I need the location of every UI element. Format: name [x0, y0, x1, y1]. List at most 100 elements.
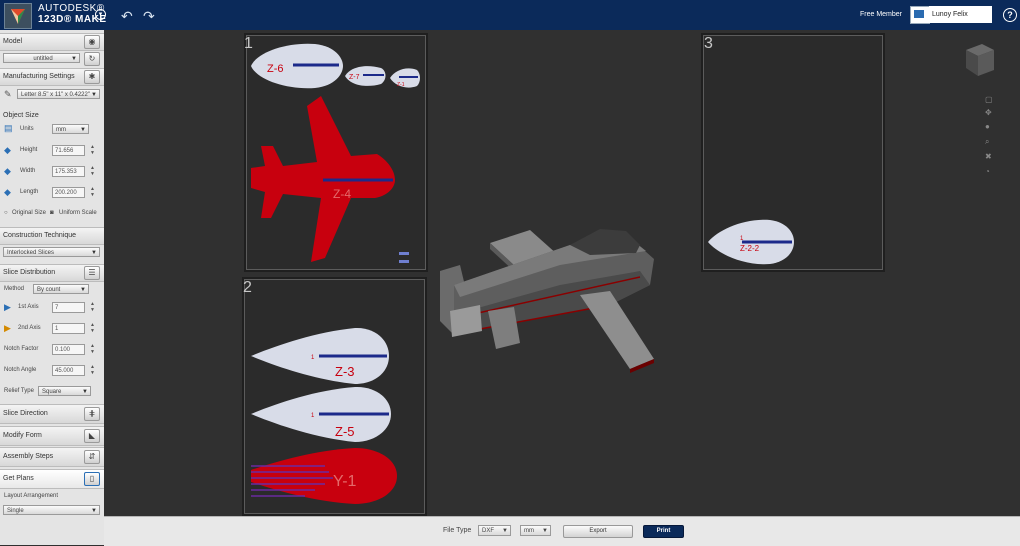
width-label: Width: [20, 168, 36, 174]
slice-dist-title: Slice Distribution: [3, 269, 56, 276]
axis1-label: 1st Axis: [18, 304, 39, 310]
avatar[interactable]: [910, 6, 930, 24]
length-label: Length: [20, 189, 39, 195]
member-status: Free Member: [860, 11, 903, 18]
original-size-radio[interactable]: ○: [4, 210, 8, 216]
slice-direction-icon[interactable]: ⋕: [84, 407, 100, 421]
part-label: Z-2-2: [740, 244, 760, 253]
units-ruler-icon: ▤: [4, 123, 13, 133]
file-type-label: File Type: [443, 527, 472, 534]
refresh-icon[interactable]: ↻: [84, 52, 100, 66]
height-icon: ◆: [4, 145, 11, 155]
help-icon[interactable]: ?: [1003, 8, 1017, 22]
logo-icon: [11, 9, 25, 24]
view-cube[interactable]: [962, 42, 996, 78]
export-button[interactable]: Export: [563, 525, 633, 538]
redo-icon[interactable]: ↷: [143, 8, 155, 25]
notch-angle-input[interactable]: 45.000: [52, 365, 85, 376]
width-input[interactable]: 175.353: [52, 166, 85, 177]
top-bar: AUTODESK® 123D® MAKE ▾ ↶ ↷ Free Member L…: [0, 0, 1020, 30]
length-stepper[interactable]: ▲ ▼: [89, 186, 96, 199]
orbit-icon[interactable]: ✥: [985, 108, 992, 117]
notch-angle-label: Notch Angle: [4, 367, 37, 373]
axis2-stepper[interactable]: ▲ ▼: [89, 322, 96, 335]
app-logo: [4, 3, 32, 29]
model-name-field[interactable]: untitled: [3, 53, 80, 64]
sheet-1-parts: Z-6 Z-7 Z-1 Z-4: [251, 43, 420, 263]
pan-icon[interactable]: ●: [985, 122, 990, 131]
part-label: Y-1: [333, 473, 357, 490]
pencil-icon[interactable]: ✎: [4, 89, 12, 100]
height-input[interactable]: 71.656: [52, 145, 85, 156]
axis2-label: 2nd Axis: [18, 325, 41, 331]
part-label: Z-7: [349, 74, 360, 81]
3d-model-preview[interactable]: [440, 225, 660, 380]
user-menu-chevron-icon[interactable]: ▼: [985, 12, 992, 19]
notch-angle-stepper[interactable]: ▲ ▼: [89, 364, 96, 377]
zoom-icon[interactable]: ⌕: [985, 137, 989, 147]
eye-icon[interactable]: ◉: [84, 35, 100, 49]
length-input[interactable]: 200.200: [52, 187, 85, 198]
export-unit-select[interactable]: mm: [520, 525, 551, 537]
layout-select[interactable]: Single: [3, 505, 100, 516]
method-select[interactable]: By count: [33, 284, 89, 295]
original-size-label: Original Size: [12, 210, 47, 216]
zoom-window-icon[interactable]: ✖: [985, 152, 992, 161]
gear-icon[interactable]: ✱: [84, 70, 100, 84]
length-icon: ◆: [4, 187, 11, 197]
plans-document-icon[interactable]: ▯: [84, 472, 100, 486]
user-name[interactable]: Lunoy Felix: [929, 6, 992, 23]
part-label: Z-5: [335, 424, 355, 439]
construction-title: Construction Technique: [3, 232, 77, 239]
width-stepper[interactable]: ▲ ▼: [89, 165, 96, 178]
axis1-input[interactable]: 7: [52, 302, 85, 313]
height-stepper[interactable]: ▲ ▼: [89, 144, 96, 157]
part-label: Z-3: [335, 364, 355, 379]
notch-factor-stepper[interactable]: ▲ ▼: [89, 343, 96, 356]
notch-factor-label: Notch Factor: [4, 346, 39, 352]
print-button[interactable]: Print: [643, 525, 684, 538]
file-type-select[interactable]: DXF: [478, 525, 511, 537]
modify-form-icon[interactable]: ◣: [84, 429, 100, 443]
slice-direction-title: Slice Direction: [3, 410, 48, 417]
part-label: Z-4: [333, 187, 351, 201]
model-title: Model: [3, 38, 23, 45]
notch-factor-input[interactable]: 0.100: [52, 344, 85, 355]
sheet-3[interactable]: 3 1 Z-2-2: [701, 33, 885, 272]
sheet-1[interactable]: 1 Z-6 Z-7 Z-1 Z-4: [244, 33, 428, 272]
axis1-arrow-icon: ▶: [4, 302, 11, 312]
assembly-title: Assembly Steps: [3, 453, 54, 460]
fit-view-icon[interactable]: ▢: [985, 95, 993, 104]
undo-icon[interactable]: ↶: [121, 8, 133, 25]
modify-form-title: Modify Form: [3, 432, 42, 439]
units-label: Units: [20, 126, 34, 132]
relief-label: Relief Type: [4, 388, 34, 394]
layout-label: Layout Arrangement: [4, 493, 59, 499]
part-label: Z-1: [397, 82, 405, 88]
bottom-bar: File Type DXF mm Export Print: [104, 516, 1020, 546]
units-select[interactable]: mm: [52, 124, 89, 135]
height-label: Height: [20, 147, 38, 153]
get-plans-title: Get Plans: [3, 475, 34, 482]
uniform-scale-label: Uniform Scale: [59, 210, 97, 216]
axis2-arrow-icon: ▶: [4, 323, 11, 333]
axis1-stepper[interactable]: ▲ ▼: [89, 301, 96, 314]
relief-select[interactable]: Square: [38, 386, 91, 397]
sheet-2[interactable]: 2 1 Z-3 1 Z-5 Y-1: [242, 277, 427, 516]
assembly-icon[interactable]: ⇵: [84, 450, 100, 464]
sheet-3-parts: 1 Z-2-2: [708, 219, 794, 265]
construction-select[interactable]: Interlocked Slices: [3, 247, 100, 258]
method-label: Method: [4, 286, 25, 292]
uniform-scale-checkbox[interactable]: ◙: [50, 210, 54, 216]
part-label: Z-6: [267, 63, 284, 75]
sheet-2-parts: 1 Z-3 1 Z-5 Y-1: [251, 327, 397, 504]
manufacturing-title: Manufacturing Settings: [3, 73, 75, 80]
object-size-title: Object Size: [3, 112, 39, 119]
material-select[interactable]: Letter 8.5" x 11" x 0.4222": [17, 89, 100, 100]
sidebar: Model ◉ untitled ↻ Manufacturing Setting…: [0, 30, 105, 545]
look-icon[interactable]: ◔: [985, 167, 990, 176]
app-menu-chevron-icon[interactable]: ▾: [95, 9, 106, 20]
slice-list-icon[interactable]: ☰: [84, 266, 100, 280]
width-icon: ◆: [4, 166, 11, 176]
axis2-input[interactable]: 1: [52, 323, 85, 334]
